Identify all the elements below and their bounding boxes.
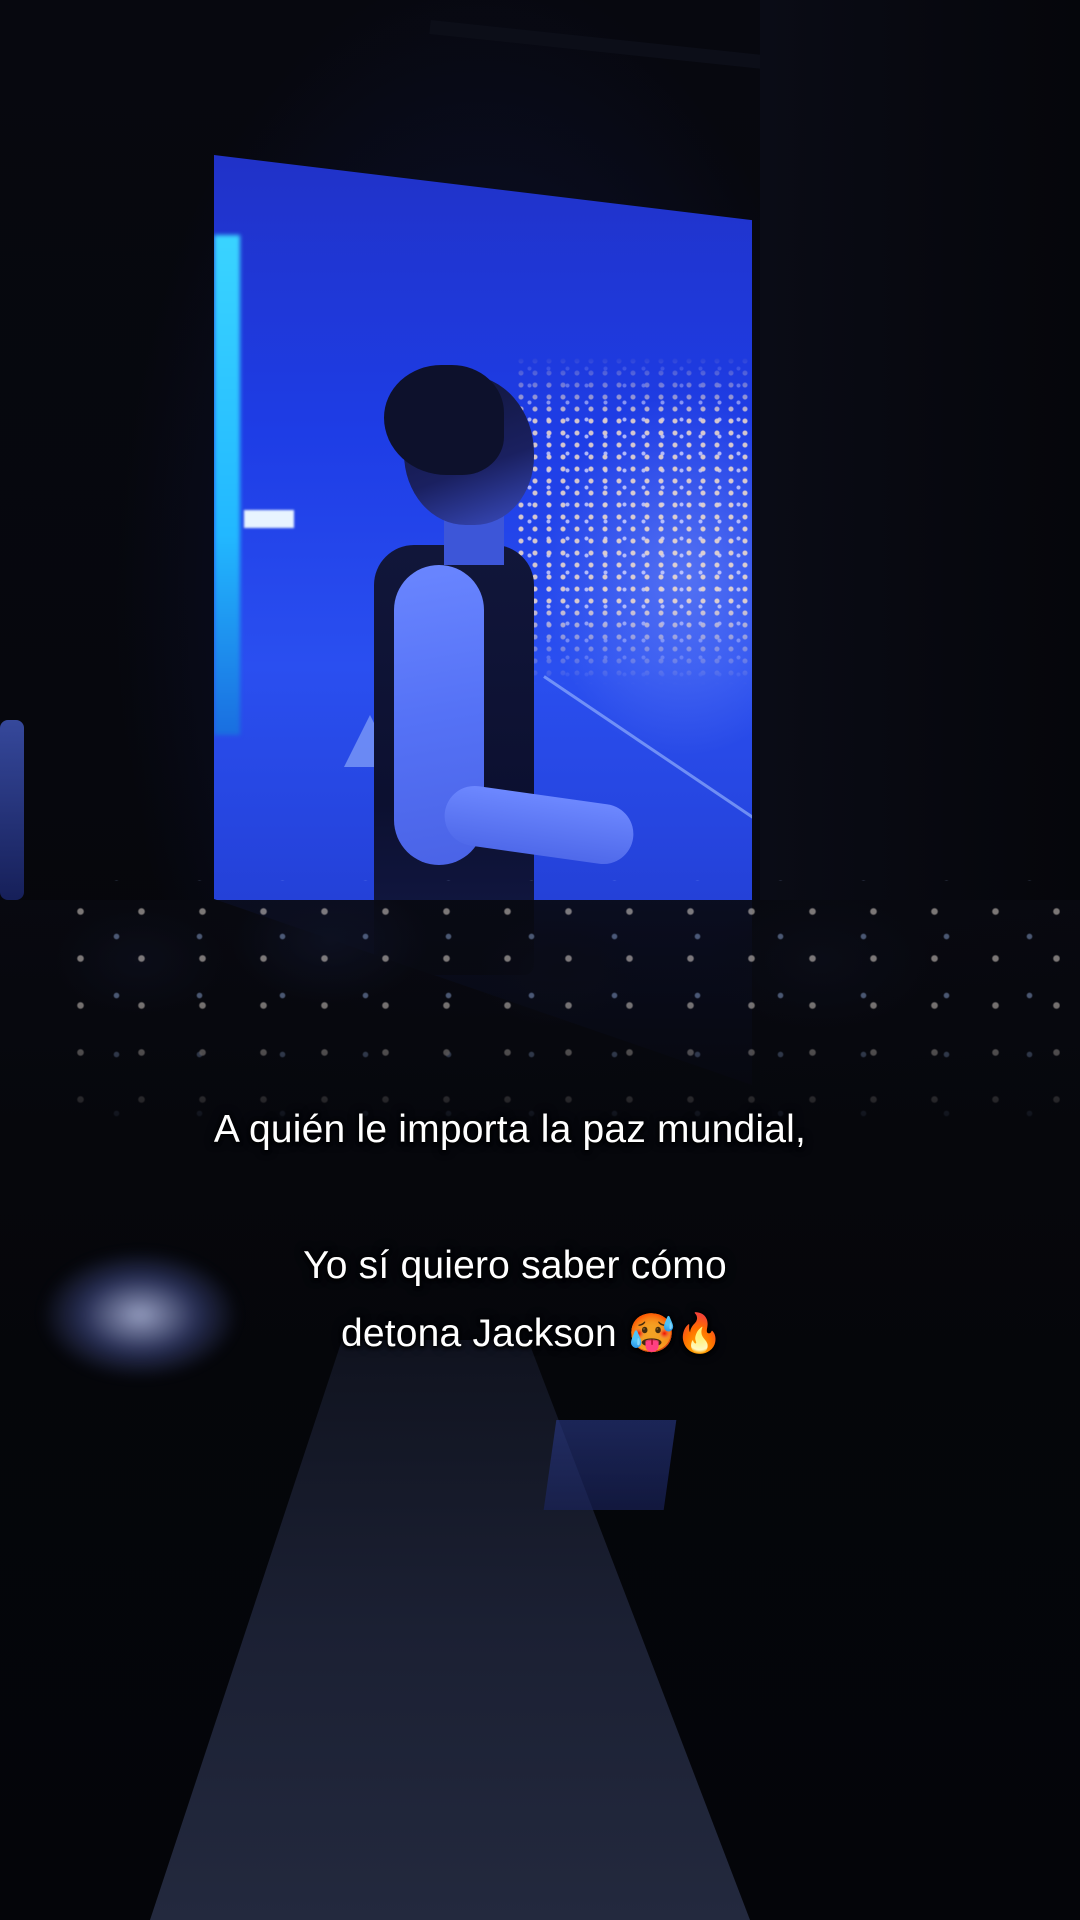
- stage-light: [244, 510, 294, 528]
- lightstick-glow: [40, 1250, 240, 1380]
- venue-light-pillar: [0, 720, 24, 900]
- performer-hair: [384, 365, 504, 475]
- video-frame[interactable]: A quién le importa la paz mundial, Yo sí…: [0, 0, 1080, 1920]
- runway-edge-light: [543, 1420, 677, 1510]
- audience-phone-lights: [40, 880, 1060, 1140]
- screen-light-strip: [214, 235, 240, 735]
